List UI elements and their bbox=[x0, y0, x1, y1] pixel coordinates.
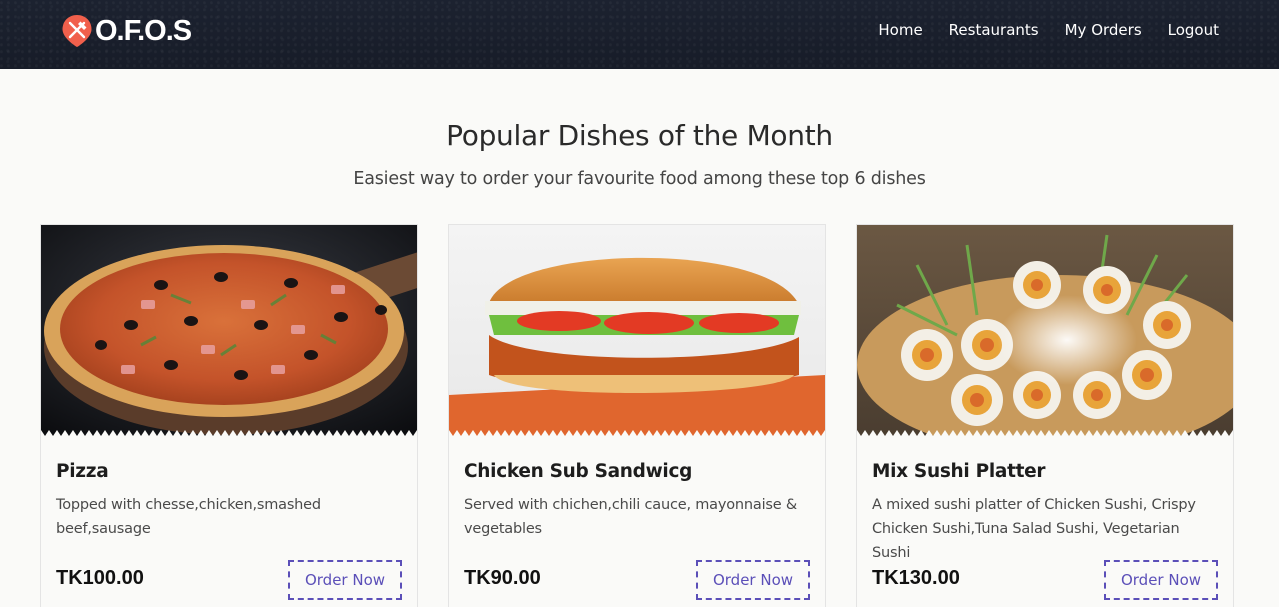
nav-restaurants[interactable]: Restaurants bbox=[949, 21, 1039, 39]
dish-card-pizza: Pizza Topped with chesse,chicken,smashed… bbox=[40, 224, 418, 607]
nav-logout[interactable]: Logout bbox=[1168, 21, 1219, 39]
order-now-button[interactable]: Order Now bbox=[696, 560, 810, 600]
dish-card-sushi-platter: Mix Sushi Platter A mixed sushi platter … bbox=[856, 224, 1234, 607]
page-subtitle: Easiest way to order your favourite food… bbox=[353, 169, 926, 189]
dish-price: TK90.00 bbox=[464, 567, 541, 589]
order-now-button[interactable]: Order Now bbox=[288, 560, 402, 600]
dish-image-pizza bbox=[41, 225, 417, 436]
dish-title: Mix Sushi Platter bbox=[872, 461, 1046, 482]
nav-home[interactable]: Home bbox=[878, 21, 922, 39]
dish-description: A mixed sushi platter of Chicken Sushi, … bbox=[872, 497, 1196, 561]
nav-my-orders[interactable]: My Orders bbox=[1065, 21, 1142, 39]
dish-image-sushi-platter bbox=[857, 225, 1233, 436]
top-navbar: O.F.O.S Home Restaurants My Orders Logou… bbox=[0, 0, 1279, 69]
brand-name: O.F.O.S bbox=[95, 15, 192, 47]
dish-price: TK130.00 bbox=[872, 567, 960, 589]
brand-logo[interactable]: O.F.O.S bbox=[60, 14, 192, 48]
order-now-button[interactable]: Order Now bbox=[1104, 560, 1218, 600]
fork-knife-pin-icon bbox=[62, 15, 92, 47]
dish-title: Pizza bbox=[56, 461, 109, 482]
dish-card-chicken-sub: Chicken Sub Sandwicg Served with chichen… bbox=[448, 224, 826, 607]
page-title: Popular Dishes of the Month bbox=[446, 119, 833, 152]
dish-image-chicken-sub bbox=[449, 225, 825, 436]
dish-price: TK100.00 bbox=[56, 567, 144, 589]
dish-description: Topped with chesse,chicken,smashed beef,… bbox=[56, 497, 321, 537]
dish-title: Chicken Sub Sandwicg bbox=[464, 461, 693, 482]
dish-description: Served with chichen,chili cauce, mayonna… bbox=[464, 497, 798, 537]
main-nav: Home Restaurants My Orders Logout bbox=[852, 0, 1219, 60]
